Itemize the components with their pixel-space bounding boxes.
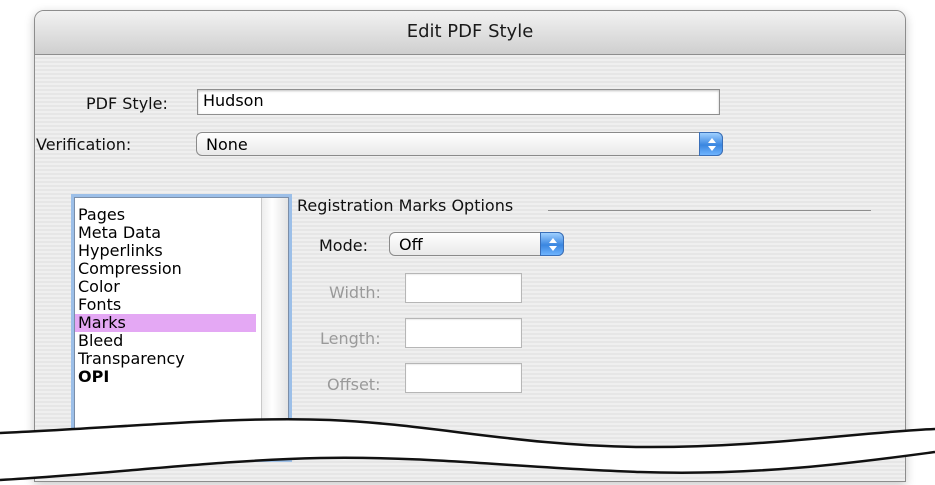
torn-edge-overlay	[0, 417, 935, 482]
